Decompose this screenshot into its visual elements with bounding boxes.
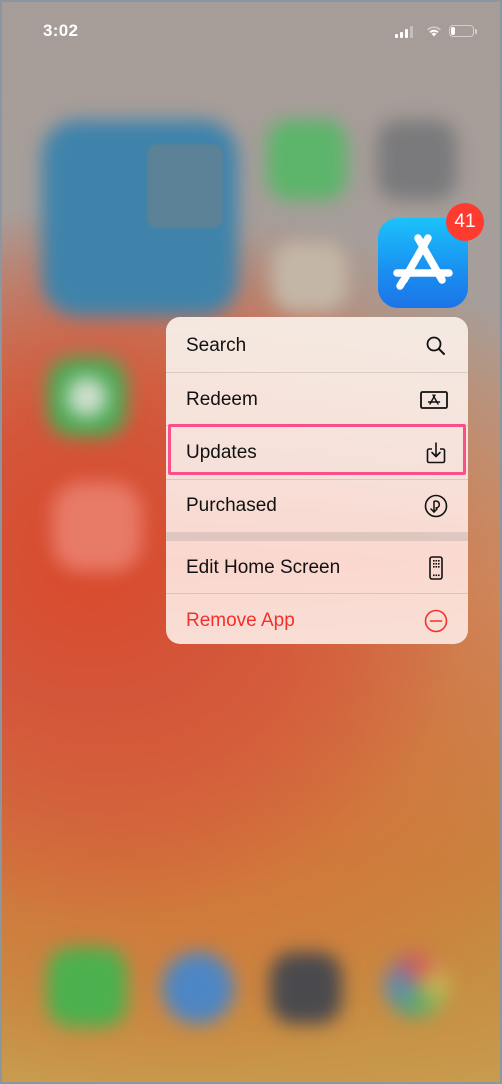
gift-card-icon bbox=[420, 388, 448, 412]
blurred-dock-icon bbox=[162, 952, 234, 1024]
blurred-app-icon bbox=[267, 120, 347, 200]
menu-item-search[interactable]: Search bbox=[166, 319, 468, 372]
blurred-app-icon bbox=[52, 482, 142, 572]
blurred-dock-icon bbox=[270, 952, 342, 1024]
notification-badge: 41 bbox=[446, 203, 484, 241]
status-time: 3:02 bbox=[43, 21, 79, 40]
magnifying-glass-icon bbox=[424, 334, 448, 358]
status-bar: 3:02 bbox=[2, 2, 500, 62]
menu-item-label: Purchased bbox=[186, 494, 277, 516]
cellular-signal-icon bbox=[395, 26, 413, 38]
context-menu: Search Redeem Updates Purchased Edit Hom… bbox=[166, 317, 468, 644]
menu-item-purchased[interactable]: Purchased bbox=[166, 479, 468, 532]
menu-item-updates[interactable]: Updates bbox=[166, 426, 468, 479]
blurred-widget-redaction bbox=[147, 144, 223, 228]
blurred-app-icon bbox=[377, 120, 457, 200]
blurred-dock-icon bbox=[47, 947, 127, 1027]
menu-item-redeem[interactable]: Redeem bbox=[166, 373, 468, 426]
download-tray-icon bbox=[424, 441, 448, 465]
menu-item-label: Updates bbox=[186, 441, 257, 463]
menu-item-label: Edit Home Screen bbox=[186, 556, 341, 578]
battery-level bbox=[451, 27, 455, 35]
blurred-dock-icon bbox=[384, 952, 450, 1018]
minus-circle-icon bbox=[424, 609, 448, 633]
battery-icon bbox=[449, 25, 477, 37]
menu-item-label: Search bbox=[186, 334, 247, 356]
menu-item-label: Redeem bbox=[186, 388, 258, 410]
purchased-circle-icon bbox=[424, 494, 448, 518]
blurred-app-icon bbox=[272, 242, 347, 312]
menu-item-label: Remove App bbox=[186, 609, 295, 631]
wifi-icon bbox=[427, 26, 441, 37]
menu-item-remove-app[interactable]: Remove App bbox=[166, 594, 468, 644]
phone-apps-icon bbox=[424, 555, 448, 580]
home-screen: 3:02 41 Search Redeem Updates Purchased … bbox=[2, 2, 500, 1082]
menu-item-edit-home-screen[interactable]: Edit Home Screen bbox=[166, 541, 468, 594]
blurred-app-glyph bbox=[67, 377, 107, 417]
